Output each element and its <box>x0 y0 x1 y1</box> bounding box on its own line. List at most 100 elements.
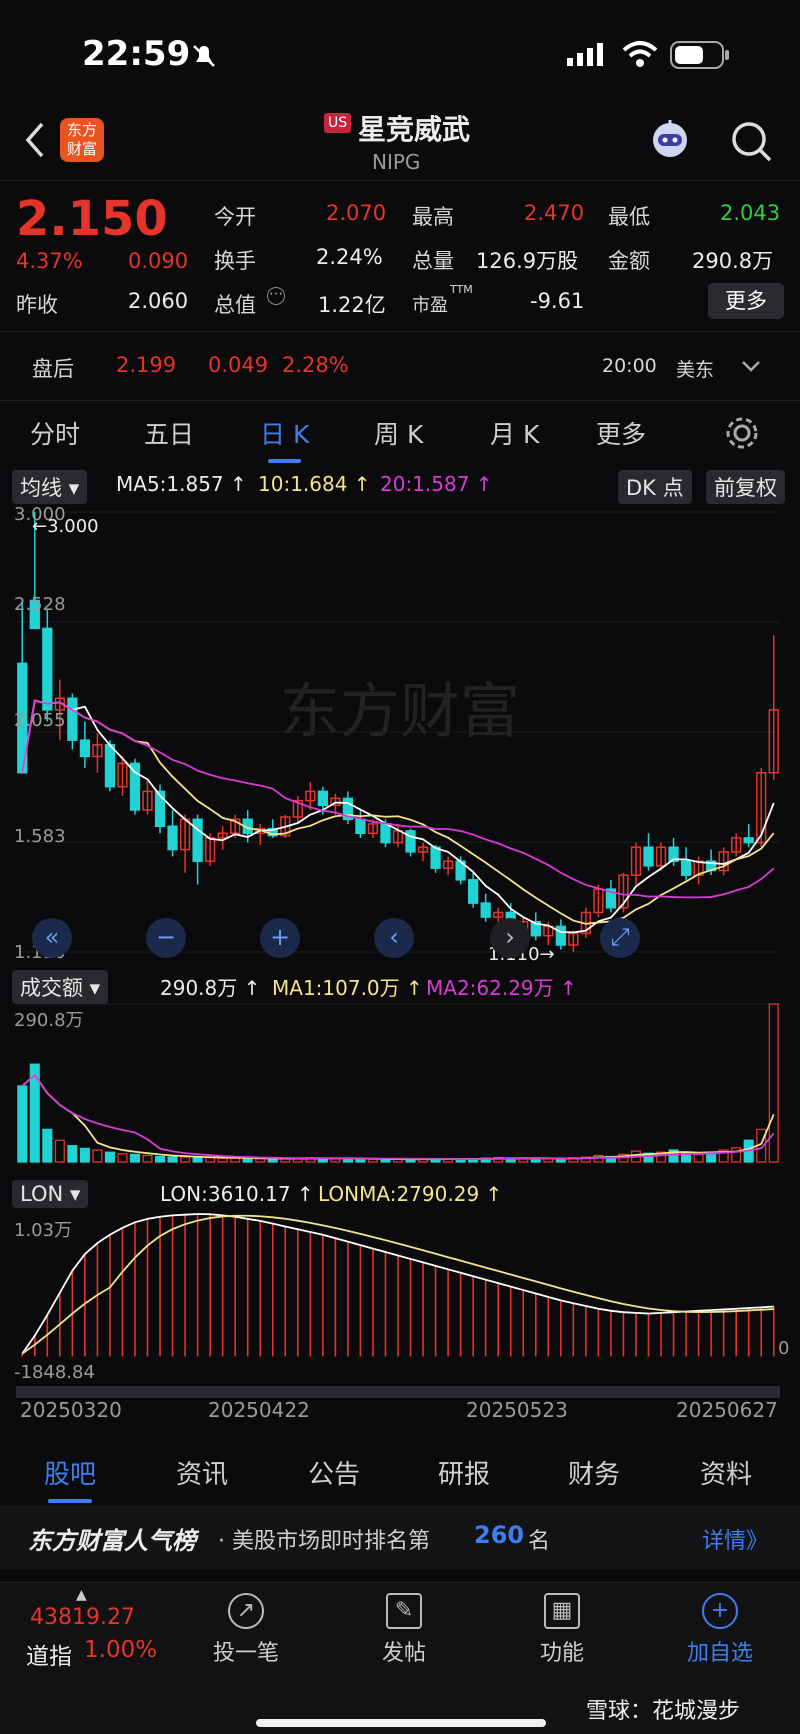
lon-selector[interactable]: LON ▾ <box>12 1180 89 1208</box>
candle-body <box>104 744 116 788</box>
zoom-in-button[interactable]: + <box>260 918 300 958</box>
more-button[interactable]: 更多 <box>708 283 784 319</box>
low-label: 最低 <box>608 205 650 229</box>
change-amount: 0.090 <box>128 249 189 273</box>
dk-point-button[interactable]: DK 点 <box>618 470 692 504</box>
add-watchlist-label: 加自选 <box>686 1641 753 1666</box>
index-value: 43819.27 <box>30 1605 135 1630</box>
amount-label: 金额 <box>608 249 650 273</box>
volume-label: 总量 <box>412 249 454 273</box>
candle-body <box>67 697 78 741</box>
back-arrow-icon[interactable] <box>22 120 48 160</box>
after-hours-change: 0.049 <box>208 353 269 377</box>
volume-bar <box>54 1139 65 1163</box>
tab-weekly-k[interactable]: 周 K <box>374 415 423 451</box>
tab-forum[interactable]: 股吧 <box>44 1454 96 1503</box>
lon-selector-label: LON <box>20 1182 64 1206</box>
robot-assistant-icon[interactable] <box>648 118 692 162</box>
plus-circle-icon: + <box>702 1593 738 1629</box>
home-indicator <box>256 1719 546 1727</box>
volume-bar <box>217 1157 228 1163</box>
zoom-out-button[interactable]: − <box>146 918 186 958</box>
volume-bar <box>117 1153 128 1163</box>
candle-body <box>480 902 491 918</box>
date-label-2: 20250422 <box>208 1398 310 1422</box>
app-logo: 东方 财富 <box>60 118 104 162</box>
volume-selector[interactable]: 成交额 ▾ <box>12 970 109 1004</box>
chevron-down-icon[interactable] <box>740 357 762 375</box>
rank-number: 260 <box>474 1521 525 1549</box>
date-label-4: 20250627 <box>676 1398 778 1422</box>
tab-profile[interactable]: 资料 <box>700 1454 752 1491</box>
tab-intraday[interactable]: 分时 <box>30 415 80 451</box>
lon-axis-top: 1.03万 <box>14 1220 73 1241</box>
lon-axis-bottom: -1848.84 <box>14 1362 95 1383</box>
cellular-signal-icon <box>567 43 603 66</box>
status-bar: 22:59 <box>0 0 800 110</box>
volume-bar <box>693 1153 704 1163</box>
ma-selector[interactable]: 均线 ▾ <box>12 470 88 504</box>
volume-bar <box>731 1147 742 1163</box>
chart-area: 均线 ▾ MA5:1.857 ↑ 10:1.684 ↑ 20:1.587 ↑ D… <box>0 466 800 1436</box>
logo-text-top: 东方 <box>66 121 97 139</box>
scroll-left-button[interactable]: ‹ <box>374 918 414 958</box>
volume-bar <box>205 1157 216 1163</box>
settings-gear-icon[interactable] <box>724 415 760 451</box>
add-watchlist-button[interactable]: + 加自选 <box>660 1593 780 1667</box>
trade-button[interactable]: ↗ 投一笔 <box>186 1593 306 1667</box>
adjust-button[interactable]: 前复权 <box>706 470 785 504</box>
tab-more[interactable]: 更多 <box>596 415 646 451</box>
after-hours-label: 盘后 <box>32 357 74 381</box>
lonma-value: LONMA:2790.29 ↑ <box>318 1182 503 1206</box>
volume-ma2-line <box>21 1073 775 1160</box>
popularity-rank-bar[interactable]: 东方财富人气榜 · 美股市场即时排名第 260 名 详情》 <box>0 1505 800 1569</box>
quote-panel: 2.150 4.37% 0.090 昨收 2.060 今开 2.070 换手 2… <box>0 180 800 400</box>
fullscreen-button[interactable]: ⤢ <box>600 918 640 958</box>
tab-five-day[interactable]: 五日 <box>144 415 194 451</box>
after-hours-price: 2.199 <box>116 353 177 377</box>
open-label: 今开 <box>214 205 256 229</box>
candle-body <box>129 762 141 811</box>
candle-body <box>555 925 566 946</box>
info-dots-icon[interactable]: ··· <box>267 287 285 305</box>
volume-bar <box>192 1157 203 1163</box>
volume-bar <box>129 1153 141 1163</box>
logo-text-bottom: 财富 <box>66 140 97 158</box>
volume-bar <box>167 1156 178 1163</box>
search-icon[interactable] <box>730 120 774 164</box>
volume-ma1: MA1:107.0万 ↑ <box>272 976 423 1000</box>
post-button[interactable]: ✎ 发帖 <box>344 1593 464 1667</box>
price-axis-2: 2.528 <box>14 594 66 615</box>
functions-label: 功能 <box>539 1641 584 1666</box>
stock-ticker: NIPG <box>372 150 421 174</box>
functions-button[interactable]: ▦ 功能 <box>502 1593 622 1667</box>
rank-details-link[interactable]: 详情》 <box>702 1523 768 1555</box>
ma5-value: MA5:1.857 ↑ <box>116 472 247 496</box>
high-label: 最高 <box>412 205 454 229</box>
tab-daily-k[interactable]: 日 K <box>260 415 309 463</box>
volume-value: 290.8万 ↑ <box>160 976 261 1000</box>
tab-research[interactable]: 研报 <box>438 1454 490 1491</box>
date-label-1: 20250320 <box>20 1398 122 1422</box>
tab-monthly-k[interactable]: 月 K <box>490 415 539 451</box>
volume-ma1-line <box>21 1073 775 1161</box>
volume-value: 126.9万股 <box>476 249 579 273</box>
scroll-left-fast-button[interactable]: « <box>32 918 72 958</box>
scroll-right-button[interactable]: › <box>490 918 530 958</box>
candle-body <box>380 823 391 844</box>
change-percent: 4.37% <box>16 249 83 273</box>
mktcap-value: 1.22亿 <box>318 293 386 317</box>
tab-announcements[interactable]: 公告 <box>308 1454 360 1491</box>
battery-icon <box>670 41 729 69</box>
price-axis-4: 1.583 <box>14 826 66 847</box>
candlestick-chart[interactable]: 东方财富 <box>0 502 800 1432</box>
pe-value: -9.61 <box>530 289 585 313</box>
footer-credit: 雪球：花城漫步 <box>586 1699 741 1724</box>
volume-bar <box>154 1155 166 1163</box>
amount-value: 290.8万 <box>692 249 774 273</box>
tab-news[interactable]: 资讯 <box>176 1454 228 1491</box>
volume-ma2: MA2:62.29万 ↑ <box>426 976 577 1000</box>
volume-bar <box>79 1147 90 1163</box>
tab-financials[interactable]: 财务 <box>568 1454 620 1491</box>
status-time: 22:59 <box>82 34 191 74</box>
